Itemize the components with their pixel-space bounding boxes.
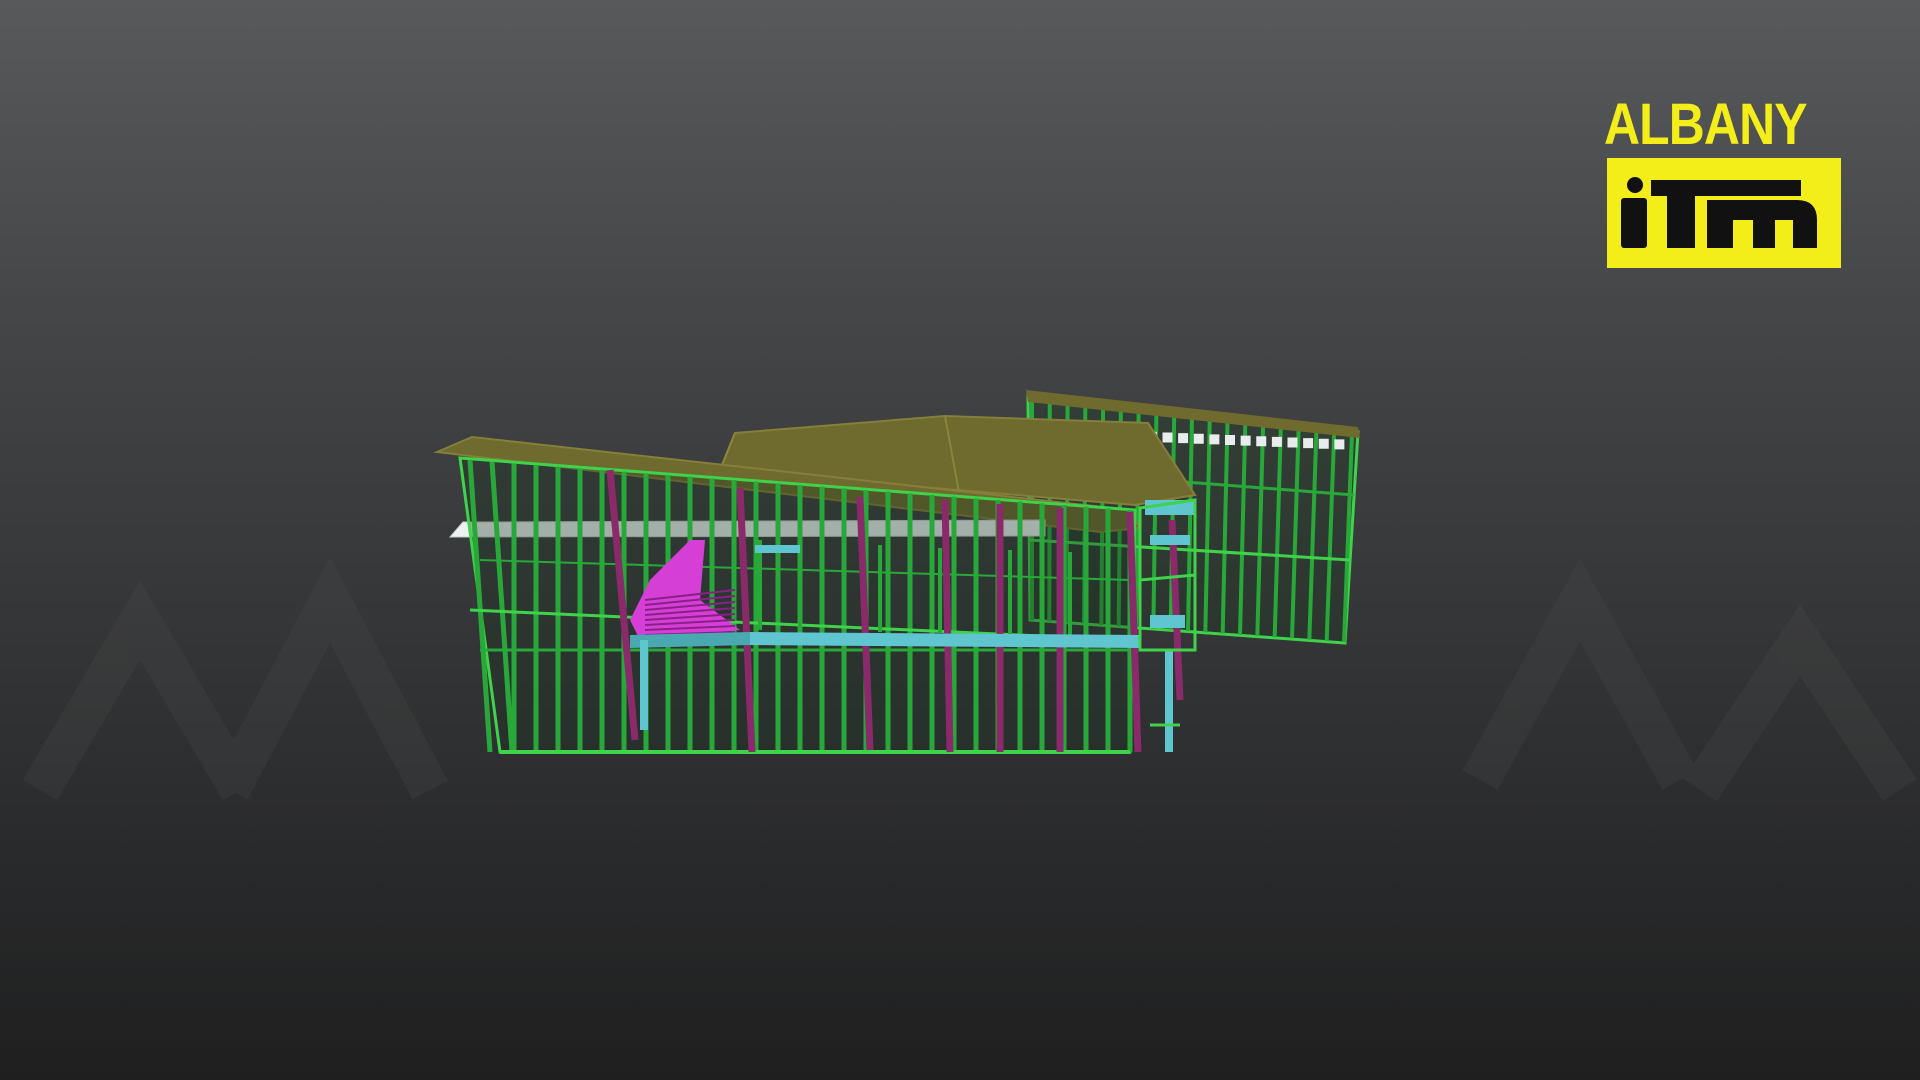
front-wall-frame [458,456,1137,754]
nog-block [1178,433,1189,444]
nog-block [1287,437,1298,448]
itm-logo-mark [1607,158,1841,268]
nog-block [1271,436,1282,447]
nog-block [1334,439,1345,450]
logo-wordmark: ALBANY [1604,92,1808,157]
nog-block [1240,435,1251,446]
nog-block [1209,434,1220,445]
nog-block [1303,438,1314,449]
3d-viewport[interactable]: ALBANY [0,0,1920,1080]
structural-post [941,499,954,753]
nog-block [1225,435,1235,445]
nog-block [1193,433,1204,444]
nog-block [1162,432,1173,443]
nog-block [1318,438,1329,449]
albany-itm-logo: ALBANY [1604,96,1844,272]
nog-block [1256,436,1267,447]
